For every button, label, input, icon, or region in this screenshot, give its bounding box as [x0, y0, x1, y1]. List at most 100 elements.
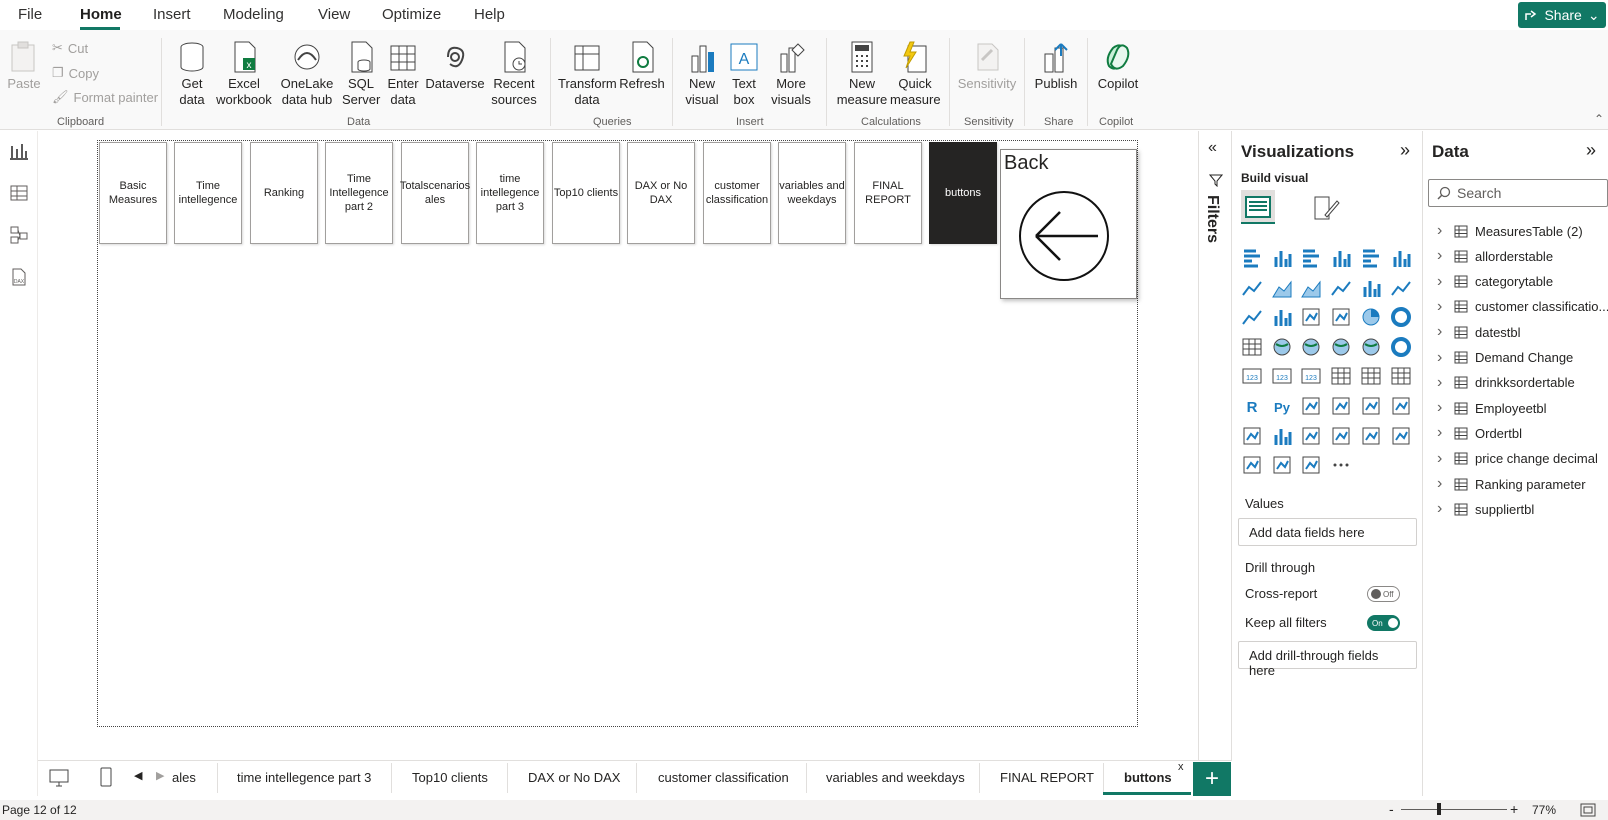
cross-report-toggle[interactable]: Off [1367, 586, 1400, 602]
qa-visual-icon[interactable] [1360, 395, 1382, 417]
data-table-item[interactable]: › drinkksordertable [1437, 374, 1575, 392]
stacked-area-visual-icon[interactable] [1300, 277, 1322, 299]
desktop-layout-icon[interactable] [49, 769, 69, 787]
sensitivity-button[interactable]: Sensitivity [956, 40, 1018, 92]
r-visual-visual-icon[interactable]: R [1241, 395, 1263, 417]
tab-final-report[interactable]: FINAL REPORT [1000, 770, 1094, 785]
image-visual-icon[interactable] [1271, 454, 1293, 476]
nav-button-customer-classification[interactable]: customer classification [703, 142, 771, 244]
tab-dax-or-no-dax[interactable]: DAX or No DAX [528, 770, 620, 785]
menu-optimize[interactable]: Optimize [382, 6, 441, 23]
kpi-visual-icon[interactable]: 123 [1300, 365, 1322, 387]
chevron-right-icon[interactable]: › [1437, 450, 1447, 468]
collapse-visualizations-icon[interactable]: » [1400, 140, 1410, 161]
treemap-visual-icon[interactable] [1241, 336, 1263, 358]
donut-visual-icon[interactable] [1390, 306, 1412, 328]
data-table-item[interactable]: › Employeetbl [1437, 399, 1547, 417]
menu-modeling[interactable]: Modeling [223, 6, 284, 23]
stacked-bar-visual-icon[interactable] [1241, 247, 1263, 269]
nav-button-basic-measures[interactable]: Basic Measures [99, 142, 167, 244]
data-table-item[interactable]: › Ordertbl [1437, 424, 1522, 442]
chevron-right-icon[interactable]: › [1437, 424, 1447, 442]
zoom-slider-track[interactable] [1401, 809, 1507, 810]
nav-button-final-report[interactable]: FINAL REPORT [854, 142, 922, 244]
ribbon-visual-icon[interactable] [1330, 277, 1352, 299]
data-table-item[interactable]: › datestbl [1437, 323, 1521, 341]
data-table-item[interactable]: › customer classificatio... [1437, 298, 1608, 316]
gauge-visual-icon[interactable] [1390, 336, 1412, 358]
tab-variables-and-weekdays[interactable]: variables and weekdays [826, 770, 965, 785]
build-visual-tab[interactable] [1241, 190, 1275, 224]
tab-ales[interactable]: ales [172, 770, 196, 785]
data-table-item[interactable]: › suppliertbl [1437, 500, 1534, 518]
scatter-visual-icon[interactable] [1330, 306, 1352, 328]
arcgis-visual-icon[interactable] [1360, 425, 1382, 447]
report-view-icon[interactable] [9, 141, 29, 161]
chevron-right-icon[interactable]: › [1437, 349, 1447, 367]
drill-through-drop-well[interactable]: Add drill-through fields here [1238, 641, 1417, 678]
tab-customer-classification[interactable]: customer classification [658, 770, 789, 785]
area-visual-icon[interactable] [1271, 277, 1293, 299]
waterfall-visual-icon[interactable] [1271, 306, 1293, 328]
table-view-icon[interactable] [9, 183, 29, 203]
add-page-button[interactable]: + [1193, 762, 1231, 796]
expand-filters-icon[interactable]: « [1208, 139, 1217, 157]
python-visual-visual-icon[interactable]: Py [1271, 395, 1293, 417]
line-stacked-visual-icon[interactable] [1241, 306, 1263, 328]
key-influencers-visual-icon[interactable] [1300, 395, 1322, 417]
new-measure-button[interactable]: New measure [836, 40, 888, 108]
zoom-slider-thumb[interactable] [1437, 803, 1441, 815]
new-visual-button[interactable]: New visual [682, 40, 722, 108]
chevron-right-icon[interactable]: › [1437, 273, 1447, 291]
data-search-input[interactable]: Search [1428, 179, 1608, 207]
paste-button[interactable]: Paste [6, 40, 42, 92]
funnel-visual-icon[interactable] [1300, 306, 1322, 328]
chevron-right-icon[interactable]: › [1437, 500, 1447, 518]
nav-button-top10-clients[interactable]: Top10 clients [552, 142, 620, 244]
recent-sources-button[interactable]: Recent sources [488, 40, 540, 108]
card-visual-icon[interactable]: 123 [1241, 365, 1263, 387]
dataverse-button[interactable]: Dataverse [424, 40, 486, 92]
data-table-item[interactable]: › allorderstable [1437, 247, 1553, 265]
nav-button-variables-and-weekdays[interactable]: variables and weekdays [778, 142, 846, 244]
sql-server-button[interactable]: SQL Server [342, 40, 380, 108]
power-apps-visual-icon[interactable] [1390, 425, 1412, 447]
refresh-button[interactable]: Refresh [618, 40, 666, 92]
menu-insert[interactable]: Insert [153, 6, 191, 23]
get-data-button[interactable]: Get data [170, 40, 214, 108]
data-table-item[interactable]: › Ranking parameter [1437, 475, 1586, 493]
multi-row-card-visual-icon[interactable]: 123 [1271, 365, 1293, 387]
text-box-button[interactable]: A Text box [726, 40, 762, 108]
chevron-right-icon[interactable]: › [1437, 298, 1447, 316]
dax-query-view-icon[interactable]: DAX [9, 267, 29, 287]
clustered-column-visual-icon[interactable] [1330, 247, 1352, 269]
data-table-item[interactable]: › MeasuresTable (2) [1437, 222, 1583, 240]
clustered-bar-visual-icon[interactable] [1300, 247, 1322, 269]
data-table-item[interactable]: › price change decimal [1437, 450, 1598, 468]
stacked-column-visual-icon[interactable] [1271, 247, 1293, 269]
collapse-ribbon-icon[interactable]: ⌃ [1594, 112, 1604, 126]
transform-data-button[interactable]: Transform data [558, 40, 617, 108]
publish-button[interactable]: Publish [1034, 40, 1078, 92]
chevron-right-icon[interactable]: › [1437, 374, 1447, 392]
close-tab-icon[interactable]: x [1178, 761, 1184, 773]
pie-visual-icon[interactable] [1360, 306, 1382, 328]
more-visual-icon[interactable] [1330, 454, 1352, 476]
zoom-in-button[interactable]: + [1510, 801, 1518, 817]
more-visuals-button[interactable]: More visuals [766, 40, 816, 108]
collapse-data-icon[interactable]: » [1586, 140, 1596, 161]
chevron-right-icon[interactable]: › [1437, 399, 1447, 417]
chevron-visual-icon[interactable] [1241, 454, 1263, 476]
chevron-right-icon[interactable]: › [1437, 222, 1447, 240]
nav-button-time-intellegence-part-2[interactable]: Time Intellegence part 2 [325, 142, 393, 244]
line-visual-icon[interactable] [1241, 277, 1263, 299]
cut-button[interactable]: ✂ Cut [52, 40, 88, 56]
paginated-visual-icon[interactable] [1271, 425, 1293, 447]
goals-visual-icon[interactable] [1241, 425, 1263, 447]
smart-narrative-visual-icon[interactable] [1390, 395, 1412, 417]
narrative-visual-icon[interactable] [1330, 425, 1352, 447]
menu-view[interactable]: View [318, 6, 350, 23]
nav-button-time-intellegence-part-3[interactable]: time intellegence part 3 [476, 142, 544, 244]
shape-map-visual-icon[interactable] [1330, 336, 1352, 358]
format-painter-button[interactable]: 🖌 Format painter [52, 89, 158, 105]
